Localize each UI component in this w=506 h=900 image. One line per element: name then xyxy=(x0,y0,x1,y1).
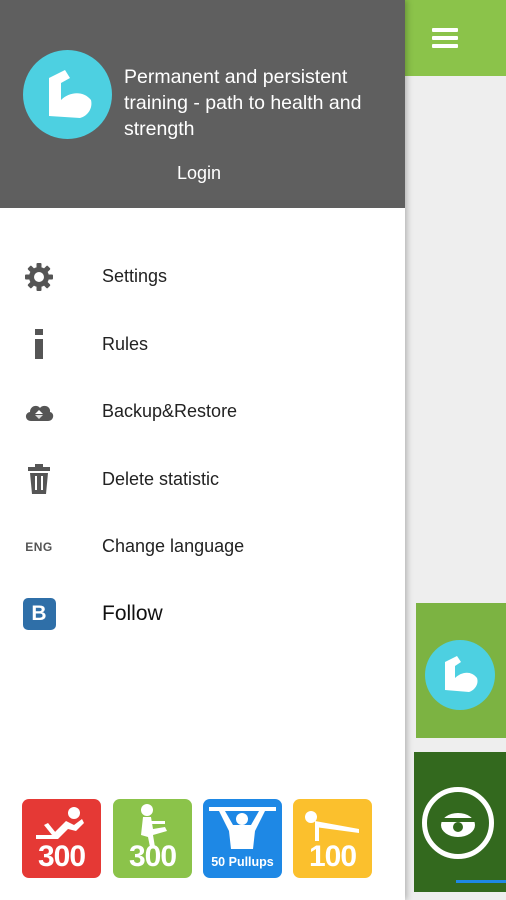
app-tile-label: 100 xyxy=(308,840,357,873)
biceps-logo-icon xyxy=(425,640,495,710)
info-icon xyxy=(22,327,56,361)
app-tile-label: 300 xyxy=(128,840,177,873)
language-icon: ENG xyxy=(22,530,56,564)
hamburger-menu-icon[interactable] xyxy=(432,28,458,50)
vk-badge: B xyxy=(22,598,56,631)
login-link[interactable]: Login xyxy=(0,163,398,184)
tab-indicator xyxy=(456,880,506,883)
app-tile-squats[interactable]: 300 xyxy=(113,799,192,878)
menu-item-rules[interactable]: Rules xyxy=(0,311,405,379)
menu-item-label: Settings xyxy=(102,266,168,287)
menu-item-follow[interactable]: B Follow xyxy=(0,581,405,649)
app-tile-label: 300 xyxy=(37,840,86,873)
drawer-menu: Settings Rules Backup&Restore Delete sta… xyxy=(0,243,405,648)
menu-item-change-language[interactable]: ENG Change language xyxy=(0,513,405,581)
whistle-icon xyxy=(422,787,494,859)
menu-item-label: Backup&Restore xyxy=(102,401,238,422)
cloud-sync-icon xyxy=(22,395,56,429)
menu-item-delete-statistic[interactable]: Delete statistic xyxy=(0,446,405,514)
menu-item-label: Follow xyxy=(102,602,163,626)
language-code: ENG xyxy=(25,539,53,554)
menu-item-backup-restore[interactable]: Backup&Restore xyxy=(0,378,405,446)
app-tile-label: 50 Pullups xyxy=(211,855,274,869)
navigation-drawer: Permanent and persistent training - path… xyxy=(0,0,405,900)
trash-icon xyxy=(22,462,56,496)
app-tile-situps[interactable]: 300 xyxy=(22,799,101,878)
menu-item-label: Delete statistic xyxy=(102,468,220,489)
gear-icon xyxy=(22,260,56,294)
app-tile-pullups[interactable]: 50 Pullups xyxy=(203,799,282,878)
pullup-icon xyxy=(209,807,276,849)
app-tagline: Permanent and persistent training - path… xyxy=(124,66,362,140)
biceps-avatar-icon xyxy=(23,50,112,139)
menu-item-label: Rules xyxy=(102,333,149,354)
app-promo-row: 300 300 50 Pullups 100 xyxy=(22,799,382,878)
vk-icon: B xyxy=(22,597,56,631)
app-tile-pushups[interactable]: 100 xyxy=(293,799,372,878)
drawer-header: Permanent and persistent training - path… xyxy=(0,0,405,208)
menu-item-label: Change language xyxy=(102,536,245,557)
menu-item-settings[interactable]: Settings xyxy=(0,243,405,311)
